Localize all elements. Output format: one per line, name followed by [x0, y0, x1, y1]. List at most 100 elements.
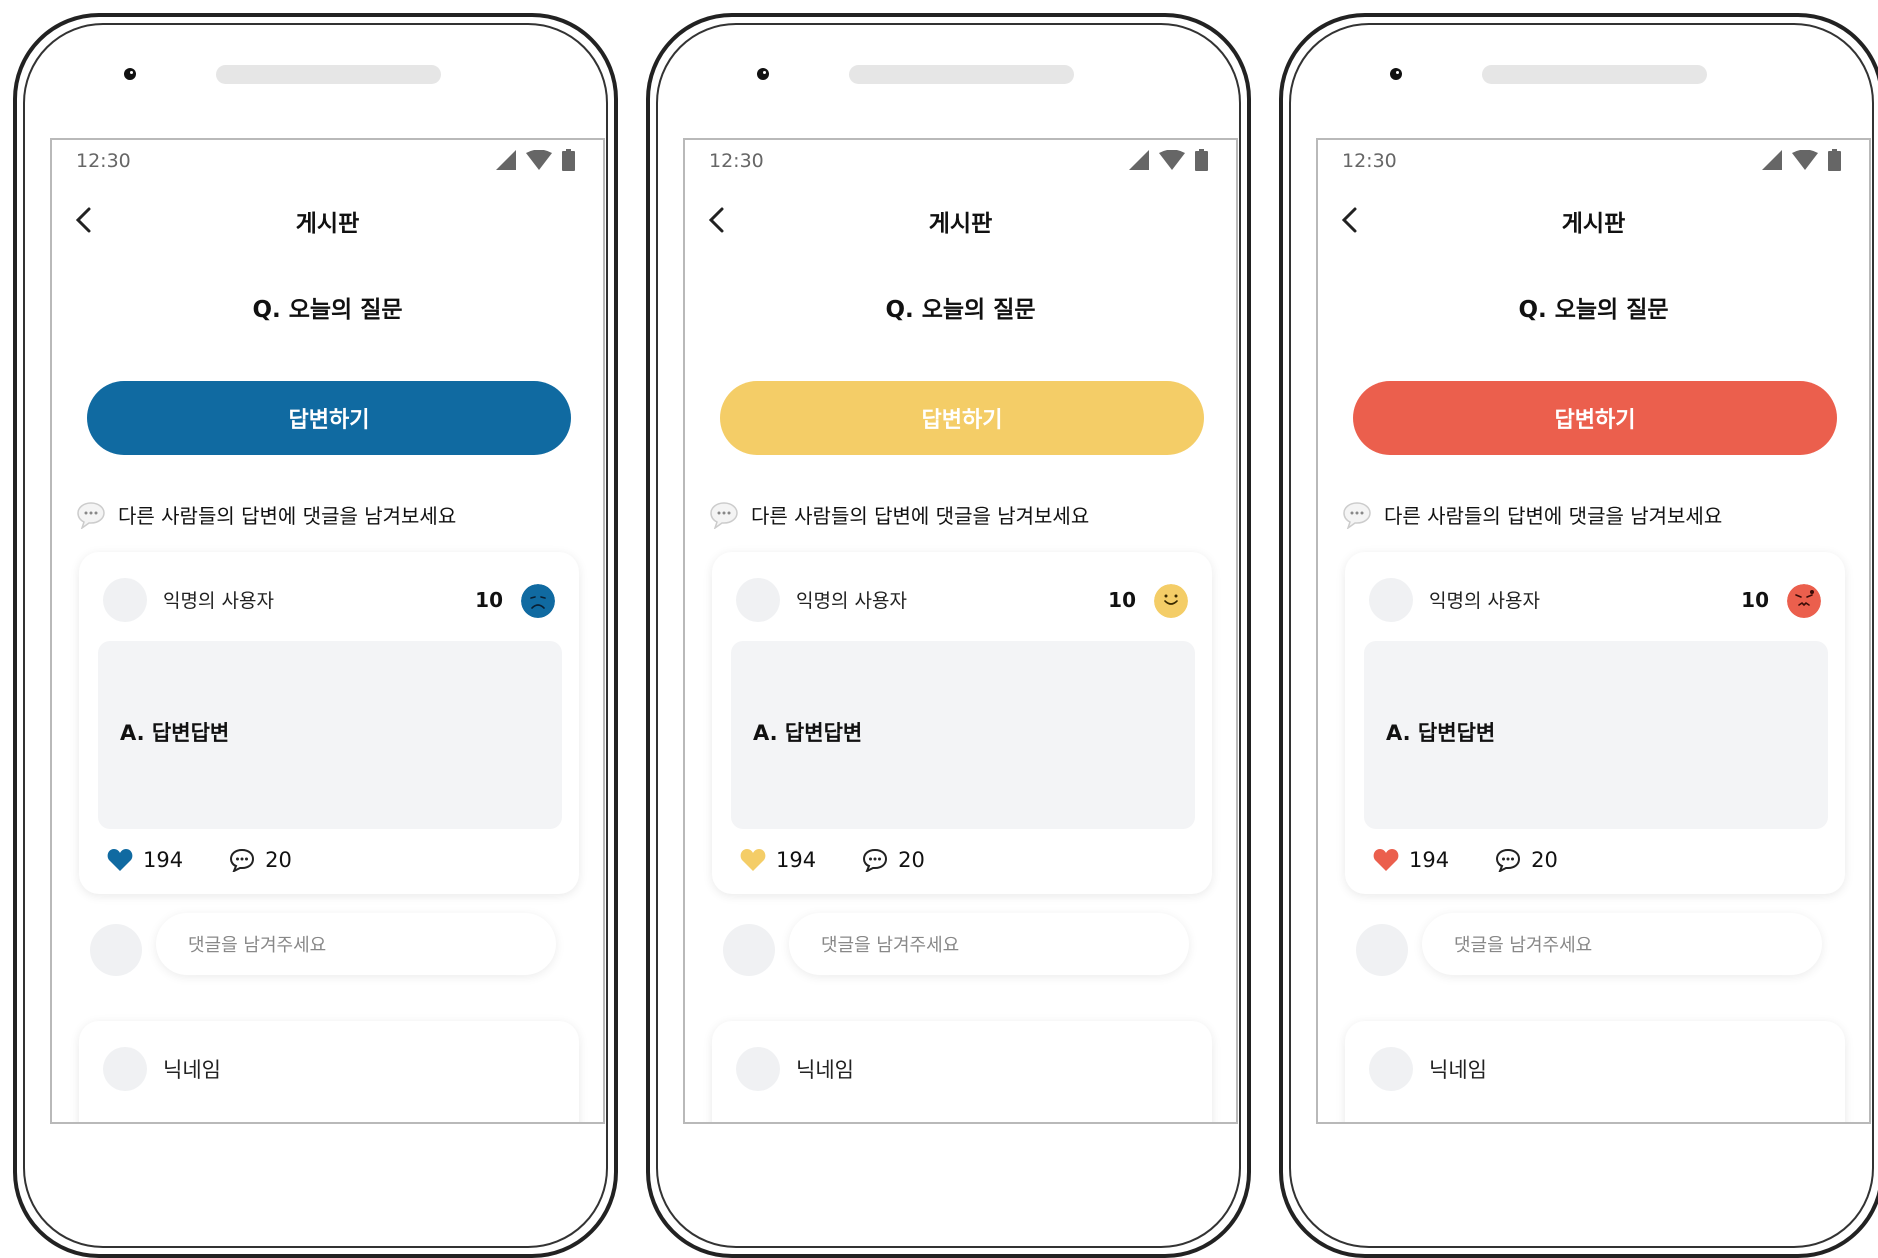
- wifi-icon: [1792, 150, 1818, 170]
- sad-face-icon: [521, 584, 555, 618]
- answer-card[interactable]: 익명의 사용자 10 A. 답변답변 194 20: [79, 552, 579, 894]
- hint-text: 다른 사람들의 답변에 댓글을 남겨보세요: [751, 504, 1090, 528]
- post-stats: 194 20: [740, 848, 971, 872]
- avatar: [103, 1047, 147, 1091]
- phone-bezel: 12:30 게시판 Q. 오늘의 질문 답변하기 다른 사람들의 답변에 댓글을…: [23, 23, 608, 1248]
- question-title: Q. 오늘의 질문: [885, 297, 1036, 323]
- comment-count: 20: [1531, 848, 1558, 872]
- battery-icon: [1828, 149, 1841, 171]
- heart-icon: [107, 849, 133, 871]
- question-title: Q. 오늘의 질문: [1518, 297, 1669, 323]
- heart-icon: [1373, 849, 1399, 871]
- phone-bezel: 12:30 게시판 Q. 오늘의 질문 답변하기 다른 사람들의 답변에 댓글을…: [656, 23, 1241, 1248]
- phone-bezel: 12:30 게시판 Q. 오늘의 질문 답변하기 다른 사람들의 답변에 댓글을…: [1289, 23, 1874, 1248]
- score: 10: [475, 588, 503, 612]
- page-title: 게시판: [295, 211, 360, 237]
- comment-icon: [863, 848, 888, 872]
- front-camera: [757, 68, 769, 80]
- hint-text: 다른 사람들의 답변에 댓글을 남겨보세요: [118, 504, 457, 528]
- question-title: Q. 오늘의 질문: [252, 297, 403, 323]
- answer-card[interactable]: 익명의 사용자 10 A. 답변답변 194 20: [712, 552, 1212, 894]
- front-camera: [1390, 68, 1402, 80]
- answer-text: A. 답변답변: [753, 721, 863, 745]
- app-screen: 12:30 게시판 Q. 오늘의 질문 답변하기 다른 사람들의 답변에 댓글을…: [1316, 138, 1871, 1124]
- like-count: 194: [143, 848, 184, 872]
- speech-bubble-icon: [77, 501, 105, 529]
- score: 10: [1741, 588, 1769, 612]
- post-stats: 194 20: [107, 848, 338, 872]
- comment-hint: 다른 사람들의 답변에 댓글을 남겨보세요: [709, 500, 1089, 529]
- answer-box: A. 답변답변: [98, 641, 562, 829]
- signal-icon: [496, 150, 516, 170]
- user-name: 익명의 사용자: [1429, 590, 1540, 612]
- answer-box: A. 답변답변: [1364, 641, 1828, 829]
- answer-button[interactable]: 답변하기: [1353, 381, 1837, 455]
- avatar: [1369, 1047, 1413, 1091]
- comment-icon: [230, 848, 255, 872]
- comment-count-button[interactable]: 20: [862, 848, 925, 872]
- status-time: 12:30: [76, 150, 131, 172]
- like-button[interactable]: 194: [107, 848, 183, 872]
- status-icons: [1129, 149, 1208, 171]
- next-card[interactable]: 닉네임: [712, 1021, 1212, 1122]
- page-title: 게시판: [1561, 211, 1626, 237]
- wifi-icon: [526, 150, 552, 170]
- next-card[interactable]: 닉네임: [1345, 1021, 1845, 1122]
- my-avatar: [1356, 924, 1408, 976]
- like-button[interactable]: 194: [740, 848, 816, 872]
- page-title: 게시판: [928, 211, 993, 237]
- post-stats: 194 20: [1373, 848, 1604, 872]
- answer-text: A. 답변답변: [120, 721, 230, 745]
- nickname: 닉네임: [796, 1058, 854, 1082]
- app-screen: 12:30 게시판 Q. 오늘의 질문 답변하기 다른 사람들의 답변에 댓글을…: [683, 138, 1238, 1124]
- app-header: 게시판: [52, 202, 603, 242]
- answer-text: A. 답변답변: [1386, 721, 1496, 745]
- phone-mockup-blue: 12:30 게시판 Q. 오늘의 질문 답변하기 다른 사람들의 답변에 댓글을…: [13, 13, 618, 1258]
- answer-button[interactable]: 답변하기: [87, 381, 571, 455]
- comment-hint: 다른 사람들의 답변에 댓글을 남겨보세요: [76, 500, 456, 529]
- signal-icon: [1129, 150, 1149, 170]
- avatar: [736, 1047, 780, 1091]
- battery-icon: [1195, 149, 1208, 171]
- comment-input[interactable]: 댓글을 남겨주세요: [789, 913, 1189, 975]
- answer-card[interactable]: 익명의 사용자 10 A. 답변답변 194 20: [1345, 552, 1845, 894]
- comment-count-button[interactable]: 20: [1495, 848, 1558, 872]
- avatar: [736, 578, 780, 622]
- speech-bubble-icon: [710, 501, 738, 529]
- nickname: 닉네임: [163, 1058, 221, 1082]
- app-header: 게시판: [685, 202, 1236, 242]
- angry-face-icon: [1787, 584, 1821, 618]
- phone-mockup-red: 12:30 게시판 Q. 오늘의 질문 답변하기 다른 사람들의 답변에 댓글을…: [1279, 13, 1878, 1258]
- app-header: 게시판: [1318, 202, 1869, 242]
- comment-input[interactable]: 댓글을 남겨주세요: [156, 913, 556, 975]
- front-camera: [124, 68, 136, 80]
- battery-icon: [562, 149, 575, 171]
- next-card[interactable]: 닉네임: [79, 1021, 579, 1122]
- status-icons: [1762, 149, 1841, 171]
- my-avatar: [723, 924, 775, 976]
- earpiece-speaker: [1482, 65, 1707, 84]
- speech-bubble-icon: [1343, 501, 1371, 529]
- status-time: 12:30: [709, 150, 764, 172]
- earpiece-speaker: [849, 65, 1074, 84]
- signal-icon: [1762, 150, 1782, 170]
- comment-count: 20: [898, 848, 925, 872]
- comment-input[interactable]: 댓글을 남겨주세요: [1422, 913, 1822, 975]
- my-avatar: [90, 924, 142, 976]
- like-button[interactable]: 194: [1373, 848, 1449, 872]
- app-screen: 12:30 게시판 Q. 오늘의 질문 답변하기 다른 사람들의 답변에 댓글을…: [50, 138, 605, 1124]
- avatar: [103, 578, 147, 622]
- comment-icon: [1496, 848, 1521, 872]
- earpiece-speaker: [216, 65, 441, 84]
- hint-text: 다른 사람들의 답변에 댓글을 남겨보세요: [1384, 504, 1723, 528]
- status-icons: [496, 149, 575, 171]
- phone-mockup-yellow: 12:30 게시판 Q. 오늘의 질문 답변하기 다른 사람들의 답변에 댓글을…: [646, 13, 1251, 1258]
- answer-button[interactable]: 답변하기: [720, 381, 1204, 455]
- avatar: [1369, 578, 1413, 622]
- comment-count-button[interactable]: 20: [229, 848, 292, 872]
- wifi-icon: [1159, 150, 1185, 170]
- score: 10: [1108, 588, 1136, 612]
- comment-count: 20: [265, 848, 292, 872]
- smile-face-icon: [1154, 584, 1188, 618]
- nickname: 닉네임: [1429, 1058, 1487, 1082]
